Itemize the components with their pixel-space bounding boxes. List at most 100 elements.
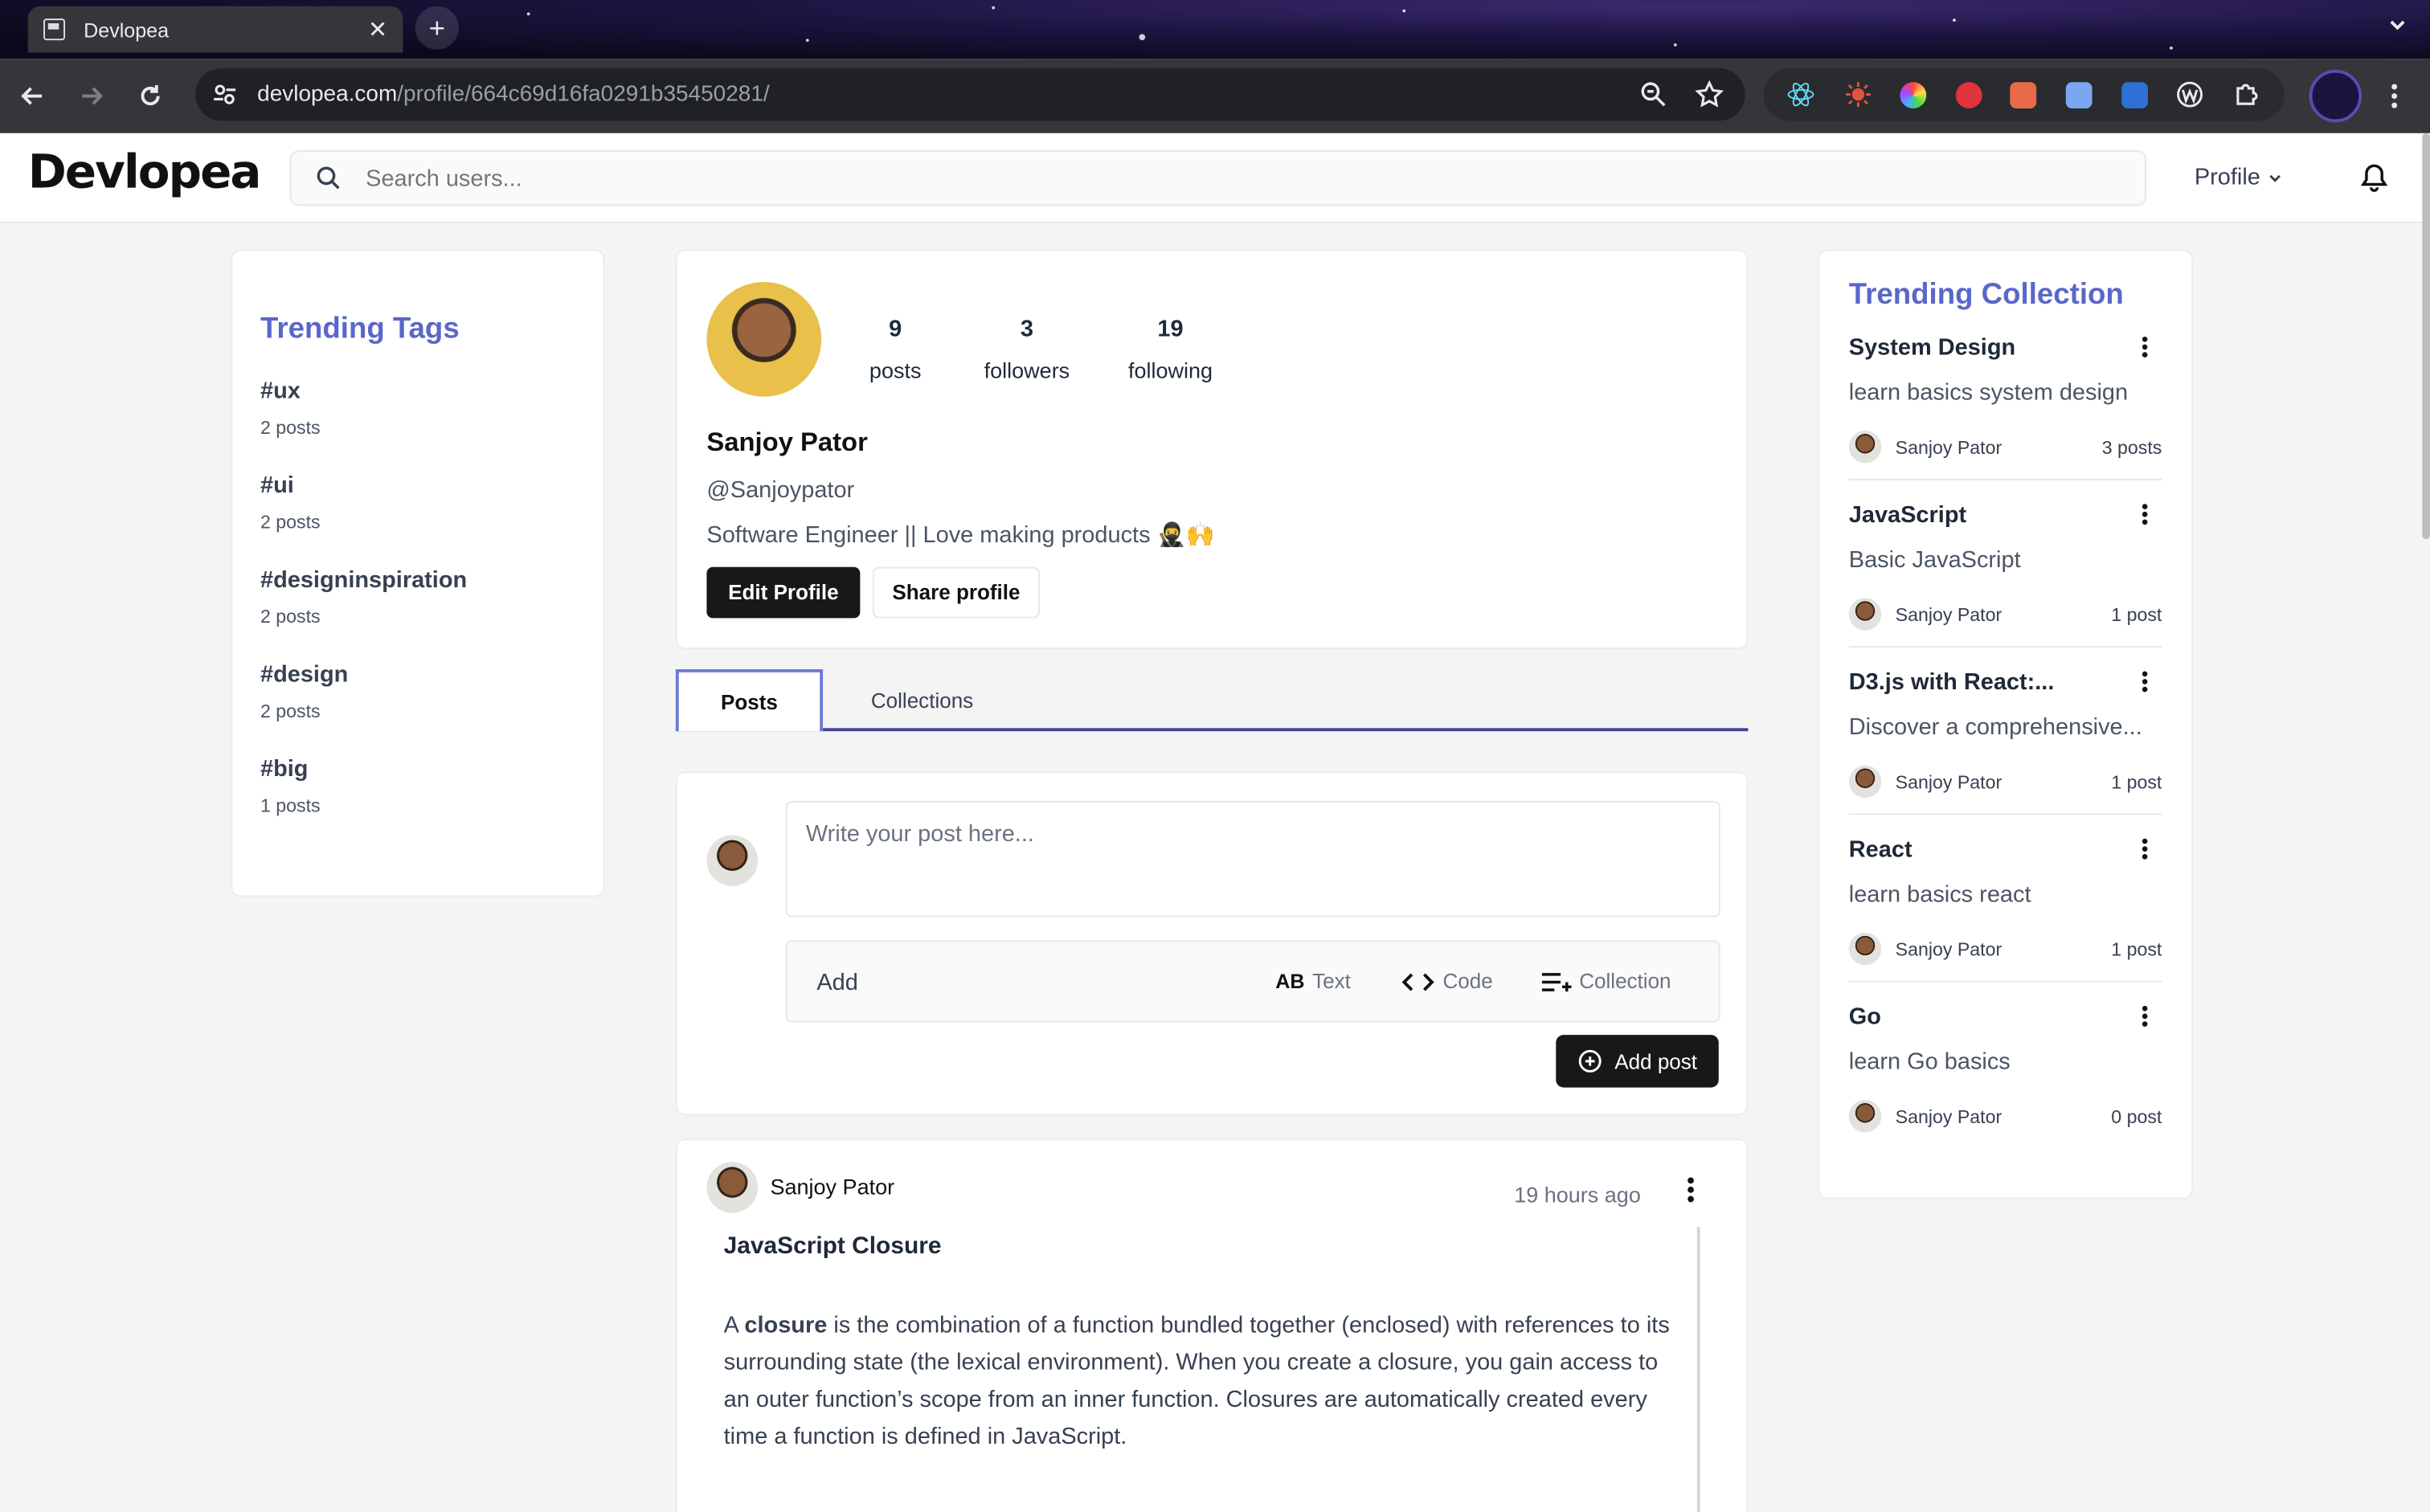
tag-name: #design	[260, 661, 349, 689]
post-text-lead: A	[723, 1312, 745, 1339]
profile-menu-label: Profile	[2194, 164, 2260, 191]
collection-author: Sanjoy Pator	[1895, 1105, 2002, 1127]
search-icon	[316, 166, 341, 190]
kebab-icon[interactable]	[2140, 1004, 2150, 1029]
tab-posts[interactable]: Posts	[675, 669, 824, 732]
code-icon	[1401, 971, 1434, 992]
zoom-icon[interactable]	[1639, 80, 1667, 108]
kebab-icon[interactable]	[2140, 335, 2150, 360]
avatar	[1848, 431, 1882, 464]
app-header: Devlopea Profile	[0, 133, 2430, 223]
followers-stat[interactable]: 3 followers	[984, 316, 1070, 382]
new-tab-button[interactable]: +	[415, 6, 459, 50]
page-scrollbar[interactable]	[2422, 133, 2430, 540]
collection-meta: Sanjoy Pator 0 post	[1848, 1100, 2162, 1133]
posts-stat: 9 posts	[869, 316, 922, 382]
collection-icon	[1540, 971, 1572, 992]
kebab-icon[interactable]	[2140, 669, 2150, 694]
search-bar[interactable]	[289, 150, 2147, 206]
browser-menu-icon[interactable]	[2383, 80, 2405, 112]
post-author-name[interactable]: Sanjoy Pator	[770, 1175, 894, 1199]
add-text-option[interactable]: AB Text	[1275, 970, 1351, 993]
collection-author: Sanjoy Pator	[1895, 938, 2002, 960]
share-profile-button[interactable]: Share profile	[872, 566, 1041, 619]
avatar	[1848, 598, 1882, 631]
collection-desc: learn Go basics	[1848, 1048, 2011, 1076]
collection-meta: Sanjoy Pator 1 post	[1848, 932, 2162, 966]
extensions-puzzle-icon[interactable]	[2232, 80, 2260, 108]
collection-author: Sanjoy Pator	[1895, 770, 2002, 793]
post-text-rest: is the combination of a function bundled…	[723, 1312, 1670, 1450]
tab-search-icon[interactable]	[2387, 14, 2408, 35]
tag-count: 2 posts	[260, 511, 321, 533]
post-author-avatar[interactable]	[706, 1162, 759, 1213]
reload-icon[interactable]	[124, 70, 177, 123]
add-collection-option[interactable]: Collection	[1540, 970, 1671, 993]
tag-count: 2 posts	[260, 700, 321, 722]
posts-label: posts	[869, 358, 922, 383]
tag-item[interactable]: #designinspiration 2 posts	[260, 567, 575, 631]
tag-item[interactable]: #big 1 posts	[260, 756, 575, 819]
collection-author: Sanjoy Pator	[1895, 435, 2002, 458]
add-label: Add	[816, 970, 858, 996]
tag-item[interactable]: #ui 2 posts	[260, 472, 575, 536]
profile-tabs: Posts Collections	[675, 669, 1749, 732]
tab-title: Devlopea	[84, 18, 170, 42]
colorzilla-icon[interactable]	[1900, 81, 1927, 108]
collection-count: 3 posts	[2101, 435, 2162, 458]
tag-count: 2 posts	[260, 416, 321, 439]
post-title: JavaScript Closure	[723, 1232, 942, 1260]
site-info-icon[interactable]	[211, 80, 239, 108]
collection-meta: Sanjoy Pator 1 post	[1848, 765, 2162, 799]
bookmark-star-icon[interactable]	[1695, 80, 1724, 108]
add-options-bar: Add AB Text Code Collection	[785, 940, 1720, 1023]
forward-icon[interactable]	[65, 70, 118, 123]
close-tab-icon[interactable]: ✕	[368, 15, 387, 43]
back-icon[interactable]	[6, 70, 59, 123]
search-input[interactable]	[366, 165, 1761, 192]
tag-name: #designinspiration	[260, 566, 468, 594]
collection-item[interactable]: JavaScript Basic JavaScript Sanjoy Pator…	[1848, 502, 2162, 648]
bell-icon[interactable]	[2358, 162, 2390, 194]
profile-menu[interactable]: Profile	[2195, 164, 2282, 190]
collection-item[interactable]: React learn basics react Sanjoy Pator 1 p…	[1848, 836, 2162, 983]
favicon-icon	[43, 18, 65, 41]
following-stat[interactable]: 19 following	[1128, 316, 1213, 382]
tag-item[interactable]: #ux 2 posts	[260, 378, 575, 442]
grid-extension-icon[interactable]	[2011, 81, 2038, 108]
browser-tab[interactable]: Devlopea ✕	[27, 6, 403, 53]
dark-reader-icon[interactable]	[1844, 80, 1872, 108]
post-text: A closure is the combination of a functi…	[724, 1307, 1680, 1456]
w-extension-icon[interactable]	[2176, 80, 2204, 108]
tag-item[interactable]: #design 2 posts	[260, 661, 575, 725]
collection-author: Sanjoy Pator	[1895, 603, 2002, 626]
page: Devlopea ✕ + devlopea.com/profile/664c69…	[0, 0, 2430, 1512]
screenshot-extension-icon[interactable]	[2121, 81, 2148, 108]
collection-desc: Discover a comprehensive...	[1848, 713, 2142, 741]
kebab-icon[interactable]	[2140, 836, 2150, 861]
address-bar[interactable]: devlopea.com/profile/664c69d16fa0291b354…	[194, 67, 1745, 121]
collection-count: 1 post	[2111, 603, 2162, 626]
followers-label: followers	[984, 358, 1070, 383]
red-extension-icon[interactable]	[1955, 81, 1982, 108]
collection-name: System Design	[1848, 334, 2016, 362]
collection-item[interactable]: Go learn Go basics Sanjoy Pator 0 post	[1848, 1004, 2162, 1148]
logo[interactable]: Devlopea	[28, 145, 262, 199]
url-text: devlopea.com/profile/664c69d16fa0291b354…	[257, 82, 770, 107]
collection-desc: learn basics system design	[1848, 379, 2129, 407]
code-option-label: Code	[1442, 970, 1493, 994]
collection-item[interactable]: System Design learn basics system design…	[1848, 334, 2162, 480]
tab-collections[interactable]: Collections	[871, 669, 973, 731]
docs-extension-icon[interactable]	[2065, 81, 2092, 108]
edit-profile-button[interactable]: Edit Profile	[706, 566, 861, 619]
collection-count: 1 post	[2111, 938, 2162, 960]
react-devtools-icon[interactable]	[1787, 80, 1815, 108]
post-composer: Write your post here... Add AB Text Code…	[675, 771, 1749, 1116]
kebab-icon[interactable]	[2140, 502, 2150, 527]
browser-profile-avatar[interactable]	[2309, 69, 2362, 123]
add-post-button[interactable]: Add post	[1556, 1035, 1719, 1088]
kebab-icon[interactable]	[1683, 1175, 1698, 1206]
collection-item[interactable]: D3.js with React:... Discover a comprehe…	[1848, 669, 2162, 815]
add-code-option[interactable]: Code	[1401, 970, 1493, 994]
post-input[interactable]: Write your post here...	[785, 800, 1720, 917]
